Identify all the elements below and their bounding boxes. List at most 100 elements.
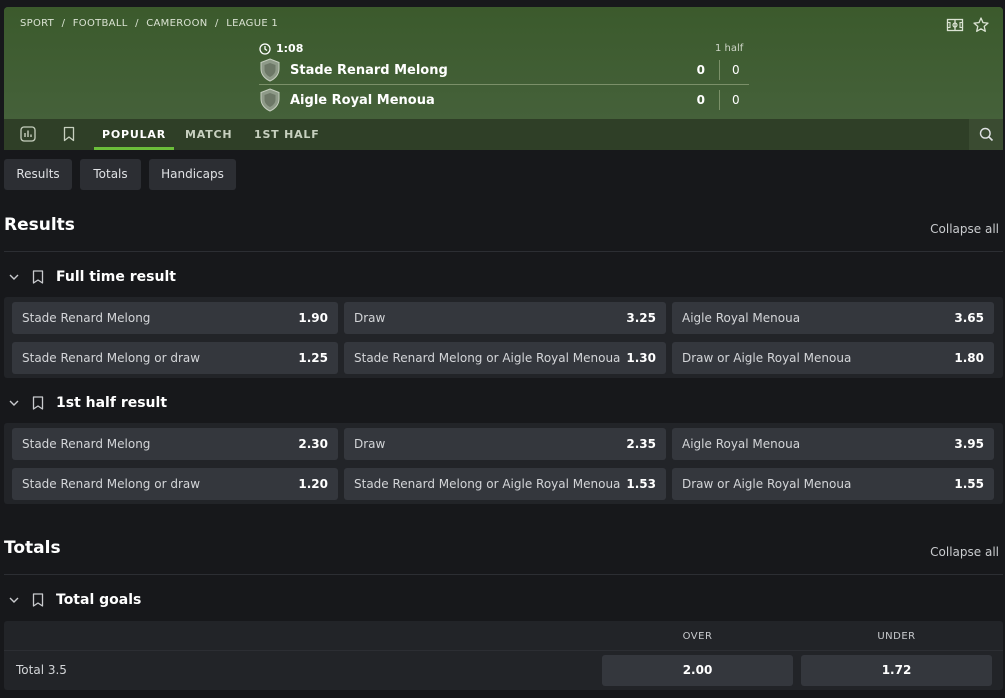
over-odd-button[interactable]: 2.00 — [602, 655, 793, 686]
stats-icon[interactable] — [19, 125, 37, 143]
odd-value: 3.65 — [954, 311, 984, 325]
scoreboard: SPORT / FOOTBALL / CAMEROON / LEAGUE 1 1… — [4, 7, 1003, 119]
odd-label: Stade Renard Melong — [22, 437, 151, 451]
breadcrumb-sep: / — [215, 18, 219, 29]
clock-icon — [259, 42, 271, 55]
breadcrumb: SPORT / FOOTBALL / CAMEROON / LEAGUE 1 — [20, 18, 282, 29]
tab-popular[interactable]: POPULAR — [94, 119, 174, 150]
shield-icon — [260, 88, 280, 112]
odds-grid: Stade Renard Melong 2.30 Draw 2.35 Aigle… — [4, 423, 1003, 504]
odd-value: 1.30 — [626, 351, 656, 365]
breadcrumb-sep: / — [135, 18, 139, 29]
market-header[interactable]: Total goals — [8, 590, 141, 610]
half-label: 1 half — [715, 43, 744, 54]
total-row-label: Total 3.5 — [16, 663, 67, 677]
divider — [4, 251, 1003, 252]
bookmark-icon[interactable] — [32, 593, 44, 607]
odd-label: Draw — [354, 311, 386, 325]
score-home: 0 — [696, 63, 705, 77]
odd-label: Draw or Aigle Royal Menoua — [682, 351, 852, 365]
market-tabs: POPULAR MATCH 1ST HALF — [4, 119, 1003, 150]
team-name-away: Aigle Royal Menoua — [290, 92, 435, 108]
market-title: Total goals — [56, 592, 142, 608]
odd-value: 1.80 — [954, 351, 984, 365]
odd-label: Stade Renard Melong — [22, 311, 151, 325]
chevron-down-icon[interactable] — [8, 271, 20, 283]
breadcrumb-item[interactable]: SPORT — [20, 18, 54, 29]
breadcrumb-item[interactable]: FOOTBALL — [73, 18, 128, 29]
odd-value: 3.25 — [626, 311, 656, 325]
under-odd-button[interactable]: 1.72 — [801, 655, 992, 686]
odd-label: Aigle Royal Menoua — [682, 437, 801, 451]
odd-value: 1.20 — [298, 477, 328, 491]
score-away: 0 — [696, 93, 705, 107]
odd-value: 2.35 — [626, 437, 656, 451]
divider — [4, 650, 1003, 651]
bookmark-icon[interactable] — [32, 270, 44, 284]
filter-results[interactable]: Results — [4, 159, 72, 190]
odd-button[interactable]: Stade Renard Melong or Aigle Royal Menou… — [344, 468, 666, 500]
column-header-over: OVER — [682, 631, 713, 642]
odd-label: Stade Renard Melong or draw — [22, 477, 201, 491]
breadcrumb-item[interactable]: LEAGUE 1 — [226, 18, 278, 29]
collapse-all-button[interactable]: Collapse all — [930, 222, 999, 236]
search-icon — [979, 127, 993, 142]
half-score-away: 0 — [719, 90, 749, 110]
bookmark-icon[interactable] — [60, 125, 78, 143]
team-row-away: Aigle Royal Menoua 0 0 — [259, 87, 749, 113]
chevron-down-icon[interactable] — [8, 594, 20, 606]
market-header[interactable]: Full time result — [8, 267, 176, 287]
odd-button[interactable]: Aigle Royal Menoua 3.95 — [672, 428, 994, 460]
odd-value: 3.95 — [954, 437, 984, 451]
search-button[interactable] — [969, 119, 1003, 150]
odd-button[interactable]: Aigle Royal Menoua 3.65 — [672, 302, 994, 334]
market-header[interactable]: 1st half result — [8, 393, 167, 413]
odd-label: Stade Renard Melong or Aigle Royal Menou… — [354, 351, 621, 365]
odd-label: Stade Renard Melong or draw — [22, 351, 201, 365]
odd-label: Aigle Royal Menoua — [682, 311, 801, 325]
odd-button[interactable]: Draw 2.35 — [344, 428, 666, 460]
odd-label: Draw or Aigle Royal Menoua — [682, 477, 852, 491]
odd-button[interactable]: Stade Renard Melong 2.30 — [12, 428, 338, 460]
odd-value: 1.55 — [954, 477, 984, 491]
divider — [4, 574, 1003, 575]
odd-button[interactable]: Draw 3.25 — [344, 302, 666, 334]
odd-button[interactable]: Stade Renard Melong or Aigle Royal Menou… — [344, 342, 666, 374]
odd-button[interactable]: Draw or Aigle Royal Menoua 1.80 — [672, 342, 994, 374]
section-title-totals: Totals — [4, 538, 61, 558]
tab-match[interactable]: MATCH — [185, 119, 232, 150]
shield-icon — [260, 58, 280, 82]
odd-value: 1.25 — [298, 351, 328, 365]
odd-value: 1.53 — [626, 477, 656, 491]
market-title: Full time result — [56, 269, 176, 285]
star-icon[interactable] — [972, 16, 990, 34]
odd-button[interactable]: Stade Renard Melong or draw 1.25 — [12, 342, 338, 374]
match-header: SPORT / FOOTBALL / CAMEROON / LEAGUE 1 1… — [4, 7, 1003, 150]
market-title: 1st half result — [56, 395, 168, 411]
odd-button[interactable]: Stade Renard Melong or draw 1.20 — [12, 468, 338, 500]
odd-label: Stade Renard Melong or Aigle Royal Menou… — [354, 477, 621, 491]
filter-handicaps[interactable]: Handicaps — [149, 159, 236, 190]
chevron-down-icon[interactable] — [8, 397, 20, 409]
half-score-home: 0 — [719, 60, 749, 80]
bookmark-icon[interactable] — [32, 396, 44, 410]
collapse-all-button[interactable]: Collapse all — [930, 545, 999, 559]
filter-totals[interactable]: Totals — [80, 159, 141, 190]
team-name-home: Stade Renard Melong — [290, 62, 448, 78]
odd-label: Draw — [354, 437, 386, 451]
football-field-icon[interactable] — [946, 16, 964, 34]
odds-grid: Stade Renard Melong 1.90 Draw 3.25 Aigle… — [4, 297, 1003, 378]
totals-table: OVER UNDER Total 3.5 2.00 1.72 — [4, 621, 1003, 690]
column-header-under: UNDER — [877, 631, 916, 642]
odd-value: 1.90 — [298, 311, 328, 325]
odd-value: 2.30 — [298, 437, 328, 451]
team-row-home: Stade Renard Melong 0 0 — [259, 57, 749, 83]
match-clock: 1:08 — [259, 42, 303, 55]
team-divider — [259, 84, 749, 85]
odd-button[interactable]: Stade Renard Melong 1.90 — [12, 302, 338, 334]
breadcrumb-item[interactable]: CAMEROON — [146, 18, 207, 29]
tab-1st-half[interactable]: 1ST HALF — [254, 119, 320, 150]
odd-button[interactable]: Draw or Aigle Royal Menoua 1.55 — [672, 468, 994, 500]
section-title-results: Results — [4, 215, 75, 235]
breadcrumb-sep: / — [61, 18, 66, 29]
